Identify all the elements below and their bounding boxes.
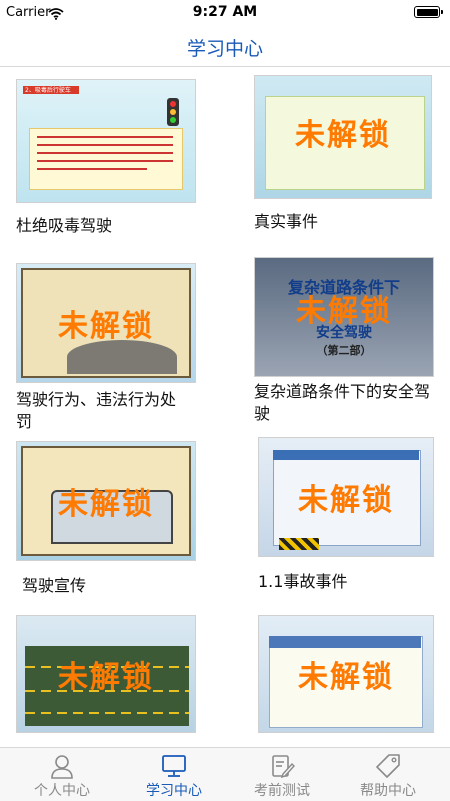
page-title: 学习中心 bbox=[186, 38, 263, 60]
locked-label: 未解锁 bbox=[58, 660, 154, 695]
course-grid[interactable]: 2、吸毒后行驶车 杜绝吸毒驾驶 未解锁 真实事件 未解锁 驾驶行为、违法行为处罚… bbox=[0, 67, 450, 747]
course-title: 1.1事故事件 bbox=[258, 572, 348, 591]
course-thumbnail[interactable]: 未解锁 bbox=[16, 441, 196, 561]
status-time: 9:27 AM bbox=[192, 4, 258, 20]
course-thumbnail[interactable]: 未解锁 bbox=[16, 615, 196, 733]
tab-study-center[interactable]: 学习中心 bbox=[118, 748, 230, 801]
person-icon bbox=[51, 755, 73, 779]
course-title: 驾驶宣传 bbox=[22, 576, 87, 595]
course-card-5[interactable]: 未解锁 驾驶宣传 bbox=[0, 437, 225, 607]
traffic-light-icon bbox=[167, 98, 179, 126]
monitor-icon bbox=[162, 755, 186, 777]
course-thumbnail[interactable]: 未解锁 bbox=[16, 263, 196, 383]
tab-label: 帮助中心 bbox=[360, 783, 416, 799]
course-card-2[interactable]: 未解锁 真实事件 bbox=[225, 67, 450, 257]
course-card-8[interactable]: 未解锁 bbox=[225, 607, 450, 747]
tab-label: 学习中心 bbox=[146, 783, 202, 799]
course-card-3[interactable]: 未解锁 驾驶行为、违法行为处罚 bbox=[0, 257, 225, 437]
tab-label: 考前测试 bbox=[254, 783, 310, 799]
locked-label: 未解锁 bbox=[58, 487, 154, 522]
course-thumbnail[interactable]: 2、吸毒后行驶车 bbox=[16, 79, 196, 203]
tab-personal-center[interactable]: 个人中心 bbox=[6, 748, 118, 801]
edit-icon bbox=[272, 755, 295, 779]
course-card-6[interactable]: 未解锁 1.1事故事件 bbox=[225, 437, 450, 607]
course-card-4[interactable]: 复杂道路条件下 安全驾驶 （第二部） 未解锁 复杂道路条件下的安全驾驶 bbox=[225, 257, 450, 437]
course-title: 复杂道路条件下的安全驾驶 bbox=[254, 382, 431, 423]
slide-heading: 2、吸毒后行驶车 bbox=[25, 87, 71, 94]
status-bar: Carrier 9:27 AM bbox=[0, 0, 450, 26]
tab-bar: 个人中心 学习中心 考前测试 帮助中心 bbox=[0, 747, 450, 801]
course-thumbnail[interactable]: 未解锁 bbox=[254, 75, 432, 199]
tag-icon bbox=[376, 754, 400, 778]
course-thumbnail[interactable]: 未解锁 bbox=[258, 615, 434, 733]
locked-label: 未解锁 bbox=[58, 309, 154, 344]
locked-label: 未解锁 bbox=[296, 294, 392, 329]
course-thumbnail[interactable]: 未解锁 bbox=[258, 437, 434, 557]
course-card-7[interactable]: 未解锁 bbox=[0, 607, 225, 747]
navigation-bar: 学习中心 bbox=[0, 26, 450, 67]
locked-label: 未解锁 bbox=[298, 660, 394, 695]
course-title: 真实事件 bbox=[254, 212, 319, 231]
locked-label: 未解锁 bbox=[295, 118, 391, 153]
tab-help-center[interactable]: 帮助中心 bbox=[332, 748, 444, 801]
locked-label: 未解锁 bbox=[298, 483, 394, 518]
slide-part: （第二部） bbox=[316, 344, 372, 357]
course-title: 驾驶行为、违法行为处罚 bbox=[16, 390, 177, 431]
battery-icon bbox=[414, 6, 443, 18]
course-thumbnail[interactable]: 复杂道路条件下 安全驾驶 （第二部） 未解锁 bbox=[254, 257, 434, 377]
tab-pre-exam-test[interactable]: 考前测试 bbox=[226, 748, 338, 801]
course-title: 杜绝吸毒驾驶 bbox=[16, 216, 113, 235]
tab-label: 个人中心 bbox=[34, 783, 90, 799]
course-card-1[interactable]: 2、吸毒后行驶车 杜绝吸毒驾驶 bbox=[0, 67, 225, 257]
